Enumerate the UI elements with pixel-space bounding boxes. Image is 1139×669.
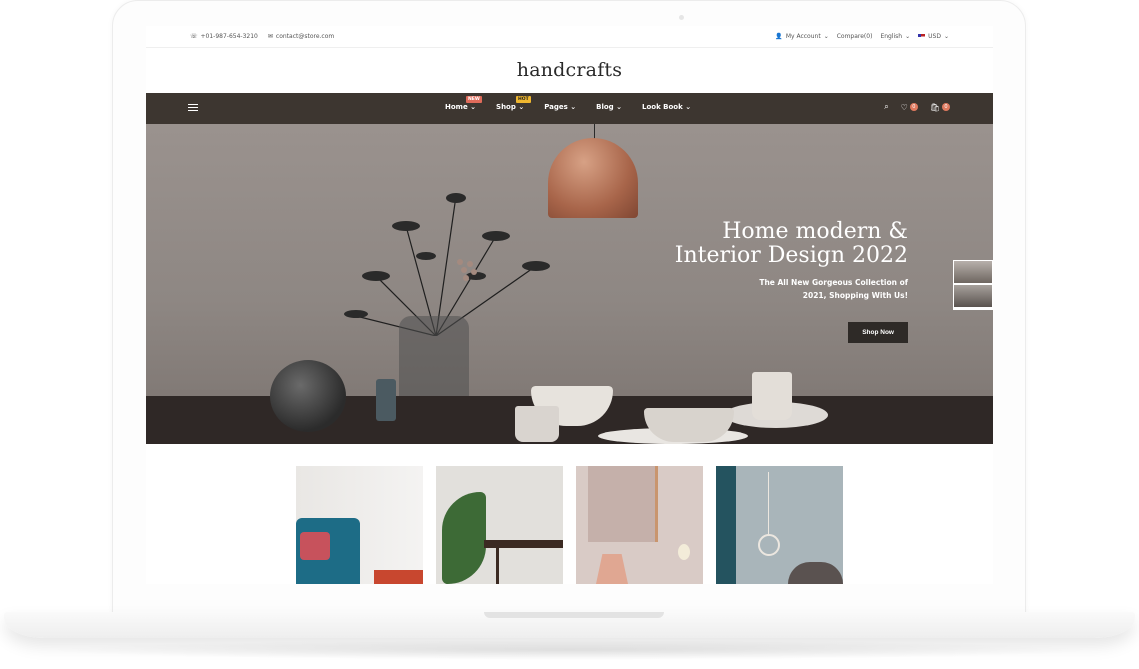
- email-contact[interactable]: ✉ contact@store.com: [268, 33, 334, 40]
- nav-item-pages[interactable]: Pages ⌄: [544, 103, 576, 111]
- category-tile[interactable]: [436, 466, 563, 584]
- hero-title: Home modern & Interior Design 2022: [675, 220, 908, 268]
- slider-thumbnails: [953, 260, 993, 310]
- hanging-rod: [768, 472, 769, 534]
- dried-flowers: [344, 193, 550, 336]
- hero-subtitle: The All New Gorgeous Collection of 2021,…: [675, 276, 908, 302]
- wall-lamp: [678, 544, 690, 560]
- small-bottle: [376, 379, 396, 421]
- bag-icon: 🛍: [929, 102, 940, 112]
- currency-dropdown[interactable]: USD ⌄: [918, 33, 949, 40]
- chevron-down-icon: ⌄: [823, 33, 829, 40]
- language-label: English: [880, 33, 903, 40]
- chevron-down-icon: ⌄: [470, 103, 477, 111]
- hero-subtitle-line1: The All New Gorgeous Collection of: [759, 278, 908, 287]
- hamburger-icon[interactable]: [188, 104, 198, 112]
- language-dropdown[interactable]: English ⌄: [880, 33, 910, 40]
- category-tiles: [296, 466, 843, 584]
- laptop-notch: [484, 612, 664, 618]
- nav-item-label: Shop: [496, 103, 516, 111]
- nav-menu: NEW Home ⌄ HOT Shop ⌄ Pages ⌄ Blog ⌄ Loo…: [445, 96, 691, 111]
- wall-art: [588, 466, 658, 542]
- nav-item-label: Look Book: [641, 103, 683, 111]
- hero-caption: Home modern & Interior Design 2022 The A…: [675, 220, 908, 343]
- small-cup: [515, 406, 559, 442]
- wishlist-count: 0: [909, 103, 918, 111]
- compare-link[interactable]: Compare(0): [837, 33, 873, 40]
- category-tile[interactable]: [296, 466, 423, 584]
- dark-vase: [270, 360, 346, 432]
- hero-title-line1: Home modern &: [722, 219, 908, 244]
- hero-title-line2: Interior Design 2022: [674, 243, 908, 268]
- chevron-down-icon: ⌄: [943, 33, 949, 40]
- cushion: [300, 532, 330, 560]
- top-bar: ☏ +01-987-654-3210 ✉ contact@store.com 👤…: [146, 26, 993, 48]
- new-badge: NEW: [466, 96, 482, 103]
- my-account-label: My Account: [785, 33, 821, 40]
- email-address: contact@store.com: [275, 33, 335, 40]
- phone-icon: ☏: [190, 33, 198, 40]
- nav-actions: ⌕ ♡ 0 🛍 0: [884, 102, 950, 112]
- serving-bowl: [644, 408, 734, 442]
- pink-vase: [596, 554, 628, 584]
- nav-item-label: Pages: [544, 103, 568, 111]
- slide-thumbnail[interactable]: [954, 261, 992, 283]
- nav-item-blog[interactable]: Blog ⌄: [596, 103, 622, 111]
- side-table: [374, 570, 423, 584]
- user-icon: 👤: [775, 33, 783, 40]
- chevron-down-icon: ⌄: [518, 103, 525, 111]
- search-icon[interactable]: ⌕: [884, 102, 888, 112]
- envelope-icon: ✉: [267, 33, 273, 40]
- ceramic-cup: [752, 372, 792, 420]
- phone-number: +01-987-654-3210: [200, 33, 258, 40]
- cart-button[interactable]: 🛍 0: [930, 103, 950, 112]
- hero-banner: Home modern & Interior Design 2022 The A…: [146, 124, 993, 444]
- chevron-down-icon: ⌄: [685, 103, 692, 111]
- nav-item-home[interactable]: NEW Home ⌄: [445, 96, 482, 111]
- plant: [442, 492, 486, 584]
- currency-label: USD: [928, 33, 941, 40]
- laptop-base: [4, 612, 1135, 638]
- chevron-down-icon: ⌄: [905, 33, 911, 40]
- category-tile[interactable]: [576, 466, 703, 584]
- cart-count: 0: [942, 103, 950, 111]
- logo-area: handcrafts: [146, 48, 993, 93]
- hot-badge: HOT: [516, 96, 531, 103]
- nav-item-label: Blog: [596, 103, 614, 111]
- phone-contact[interactable]: ☏ +01-987-654-3210: [190, 33, 258, 40]
- nav-item-label: Home: [445, 103, 468, 111]
- chevron-down-icon: ⌄: [616, 103, 622, 111]
- chevron-down-icon: ⌄: [570, 103, 577, 111]
- desk-leg: [496, 548, 499, 584]
- basket: [788, 562, 843, 584]
- compare-label: Compare(0): [836, 33, 873, 40]
- shop-now-button[interactable]: Shop Now: [848, 322, 908, 343]
- heart-icon: ♡: [900, 102, 908, 112]
- main-nav: NEW Home ⌄ HOT Shop ⌄ Pages ⌄ Blog ⌄ Loo…: [146, 93, 993, 124]
- my-account-dropdown[interactable]: 👤 My Account ⌄: [775, 33, 828, 40]
- us-flag-icon: [918, 34, 926, 39]
- slide-thumbnail[interactable]: [954, 285, 992, 307]
- category-tile[interactable]: [716, 466, 843, 584]
- camera-dot: [679, 15, 684, 20]
- hanging-ring: [758, 534, 780, 556]
- hero-subtitle-line2: 2021, Shopping With Us!: [802, 291, 908, 300]
- nav-item-shop[interactable]: HOT Shop ⌄: [496, 96, 531, 111]
- teal-door: [716, 466, 736, 584]
- website-screen: ☏ +01-987-654-3210 ✉ contact@store.com 👤…: [146, 26, 993, 584]
- site-logo[interactable]: handcrafts: [146, 59, 993, 81]
- wishlist-button[interactable]: ♡ 0: [901, 103, 918, 112]
- desk: [484, 540, 563, 548]
- laptop-shadow: [40, 640, 1100, 660]
- nav-item-look-book[interactable]: Look Book ⌄: [642, 103, 691, 111]
